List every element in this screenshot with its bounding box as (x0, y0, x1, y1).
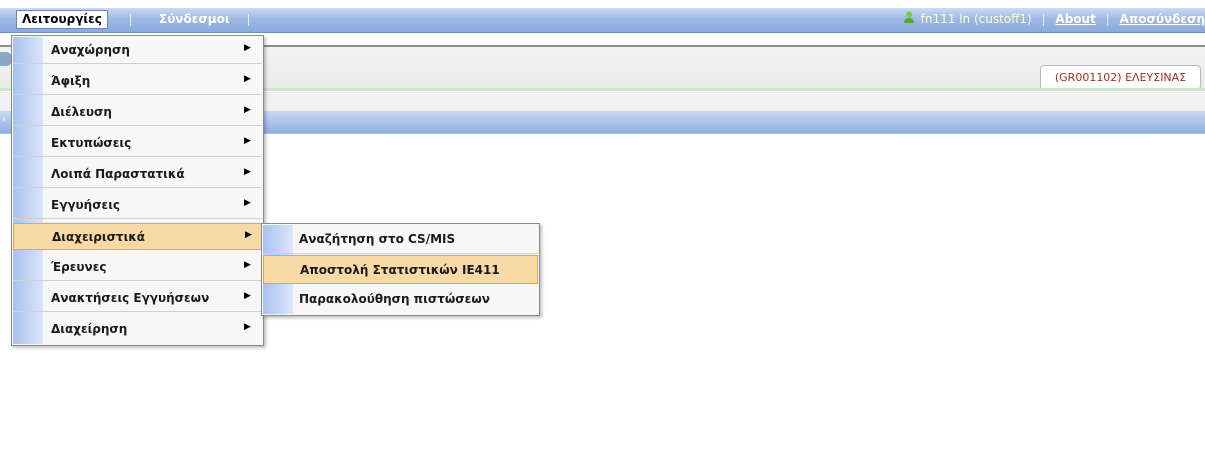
menu-item-label: Αναχώρηση (51, 43, 130, 57)
submenu-arrow-icon: ▶ (244, 167, 251, 177)
menu-functions[interactable]: Λειτουργίες (16, 10, 108, 29)
submenu-item-label: Αποστολή Στατιστικών IE411 (300, 263, 500, 277)
menu-item-guarantees[interactable]: Εγγυήσεις ▶ (13, 192, 262, 219)
menu-item-prints[interactable]: Εκτυπώσεις ▶ (13, 130, 262, 157)
submenu-item-credit-monitoring[interactable]: Παρακολούθηση πιστώσεων (263, 285, 538, 314)
separator: | (1105, 12, 1110, 26)
menu-separator (248, 14, 249, 26)
menu-item-transit[interactable]: Διέλευση ▶ (13, 99, 262, 126)
menu-separator (130, 14, 131, 26)
top-menubar: Λειτουργίες Σύνδεσμοι fn111 ln (custoff1… (0, 8, 1205, 33)
separator: | (1041, 12, 1046, 26)
submenu-item-search-csmis[interactable]: Αναζήτηση στο CS/MIS (263, 225, 538, 254)
menu-item-arrival[interactable]: Άφιξη ▶ (13, 68, 262, 95)
menu-item-label: Εκτυπώσεις (51, 136, 132, 150)
menu-item-label: Ανακτήσεις Εγγυήσεων (51, 291, 210, 305)
menu-item-label: Άφιξη (51, 74, 91, 88)
submenu-arrow-icon: ▶ (244, 74, 251, 84)
submenu-arrow-icon: ▶ (244, 136, 251, 146)
submenu-arrow-icon: ▶ (244, 43, 251, 53)
functions-dropdown: Αναχώρηση ▶ Άφιξη ▶ Διέλευση ▶ Εκτυπώσει… (11, 35, 264, 346)
menu-item-label: Λοιπά Παραστατικά (51, 167, 185, 181)
expand-arrow-icon[interactable]: › (2, 114, 6, 125)
logout-link[interactable]: Αποσύνδεση (1120, 12, 1205, 26)
submenu-arrow-icon: ▶ (244, 291, 251, 301)
application-page: Λειτουργίες Σύνδεσμοι fn111 ln (custoff1… (0, 0, 1205, 468)
about-link[interactable]: About (1055, 12, 1095, 26)
menu-item-administration[interactable]: Διαχειριστικά ▶ (13, 223, 262, 250)
menu-item-departure[interactable]: Αναχώρηση ▶ (13, 37, 262, 64)
user-info: fn111 ln (custoff1) (920, 12, 1032, 26)
menu-item-label: Διαχείρηση (51, 322, 128, 336)
customs-office-box: (GR001102) ΕΛΕΥΣΙΝΑΣ (1040, 65, 1201, 90)
menu-item-management[interactable]: Διαχείρηση ▶ (13, 316, 262, 343)
menu-item-label: Διέλευση (51, 105, 112, 119)
submenu-item-label: Αναζήτηση στο CS/MIS (299, 232, 456, 246)
submenu-arrow-icon: ▶ (245, 230, 252, 240)
menu-links[interactable]: Σύνδεσμοι (155, 11, 234, 28)
menu-item-label: Εγγυήσεις (51, 198, 121, 212)
submenu-item-label: Παρακολούθηση πιστώσεων (299, 292, 490, 306)
menu-item-label: Έρευνες (51, 260, 107, 274)
menu-item-label: Διαχειριστικά (52, 230, 146, 244)
submenu-arrow-icon: ▶ (244, 105, 251, 115)
submenu-arrow-icon: ▶ (244, 322, 251, 332)
submenu-arrow-icon: ▶ (244, 260, 251, 270)
menu-item-investigations[interactable]: Έρευνες ▶ (13, 254, 262, 281)
submenu-item-send-statistics[interactable]: Αποστολή Στατιστικών IE411 (263, 255, 538, 284)
user-icon (903, 11, 915, 28)
menu-item-other-documents[interactable]: Λοιπά Παραστατικά ▶ (13, 161, 262, 188)
administration-submenu: Αναζήτηση στο CS/MIS Αποστολή Στατιστικώ… (261, 223, 540, 316)
user-area: fn111 ln (custoff1) | About | Αποσύνδεση (903, 11, 1205, 28)
submenu-arrow-icon: ▶ (244, 198, 251, 208)
menu-item-guarantee-recoveries[interactable]: Ανακτήσεις Εγγυήσεων ▶ (13, 285, 262, 312)
